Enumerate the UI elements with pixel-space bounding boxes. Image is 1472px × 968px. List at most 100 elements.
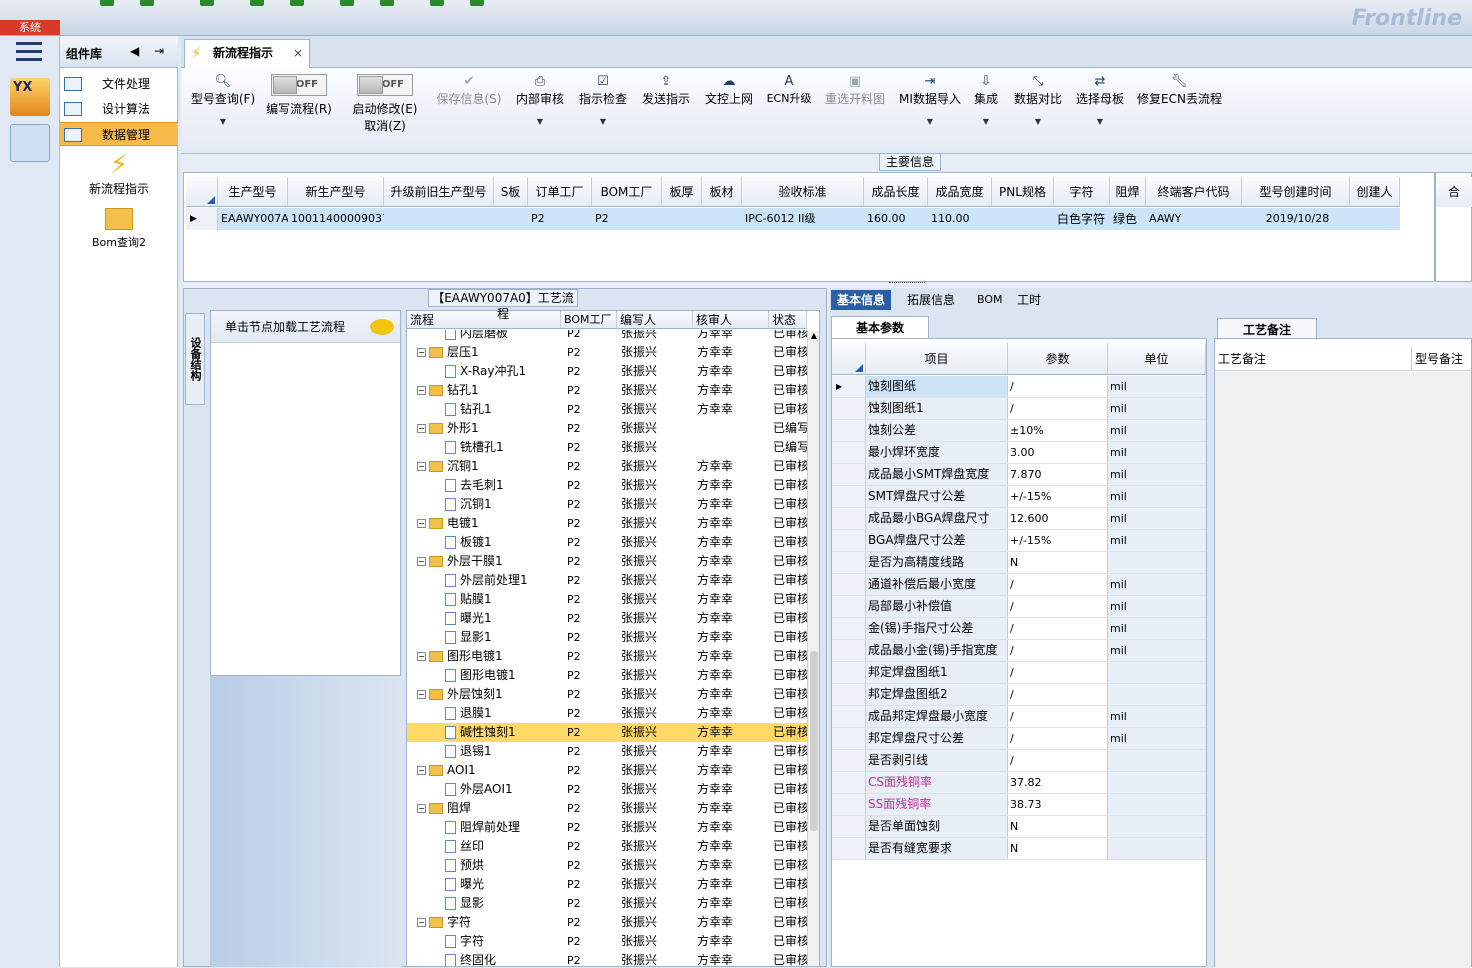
param-row[interactable]: CS面残铜率 37.82: [832, 772, 1206, 794]
tree-row[interactable]: − 钻孔1 P2 张振兴 方幸幸 已审核: [407, 381, 807, 400]
tree-row[interactable]: − 电镀1 P2 张振兴 方幸幸 已审核: [407, 514, 807, 533]
scroll-thumb[interactable]: [810, 651, 818, 831]
integrate-button[interactable]: ⇩ 集成 ▼: [971, 68, 1001, 154]
tree-row[interactable]: 钻孔1 P2 张振兴 方幸幸 已审核: [407, 400, 807, 419]
cell-value[interactable]: /: [1008, 398, 1108, 419]
column-header[interactable]: 合: [1436, 177, 1472, 207]
remarks-body[interactable]: [1215, 372, 1471, 968]
column-header[interactable]: 参数: [1008, 343, 1108, 375]
select-motherboard-button[interactable]: ⇄ 选择母板 ▼: [1073, 68, 1127, 154]
column-header[interactable]: 单位: [1108, 343, 1206, 375]
cell-value[interactable]: /: [1008, 618, 1108, 639]
tree-row[interactable]: 铣槽孔1 P2 张振兴 已编写: [407, 438, 807, 457]
tree-row[interactable]: 曝光 P2 张振兴 方幸幸 已审核: [407, 875, 807, 894]
start-modify-toggle[interactable]: OFF 启动修改(E) 取消(Z): [347, 68, 423, 154]
hamburger-icon[interactable]: [16, 42, 42, 62]
tab-basic-params[interactable]: 基本参数: [831, 316, 929, 338]
param-row[interactable]: 金(锡)手指尺寸公差 / mil: [832, 618, 1206, 640]
collapse-icon[interactable]: −: [417, 804, 426, 813]
internal-review-button[interactable]: ⎙ 内部审核 ▼: [513, 68, 567, 154]
system-tab[interactable]: 系统: [0, 20, 60, 35]
collapse-icon[interactable]: −: [417, 690, 426, 699]
column-header[interactable]: 成品长度: [864, 177, 928, 207]
tree-row[interactable]: 丝印 P2 张振兴 方幸幸 已审核: [407, 837, 807, 856]
cell-value[interactable]: /: [1008, 728, 1108, 749]
collapse-icon[interactable]: −: [417, 462, 426, 471]
column-header[interactable]: PNL规格: [992, 177, 1054, 207]
user-icon[interactable]: [430, 0, 444, 6]
collapse-icon[interactable]: −: [417, 918, 426, 927]
collapse-icon[interactable]: −: [417, 652, 426, 661]
tree-row[interactable]: − 外形1 P2 张振兴 已编写: [407, 419, 807, 438]
side-tab-equipment[interactable]: 设备结构: [185, 313, 205, 405]
column-header[interactable]: 字符: [1054, 177, 1110, 207]
cell-value[interactable]: +/-15%: [1008, 530, 1108, 551]
column-header[interactable]: 升级前旧生产型号: [384, 177, 494, 207]
tab-work-hours[interactable]: 工时: [1011, 290, 1047, 310]
column-header[interactable]: 创建人: [1350, 177, 1400, 207]
refresh-icon[interactable]: [140, 0, 154, 6]
param-row[interactable]: 邦定焊盘尺寸公差 / mil: [832, 728, 1206, 750]
column-header[interactable]: 型号创建时间: [1242, 177, 1350, 207]
collapse-icon[interactable]: −: [417, 386, 426, 395]
tree-row[interactable]: 终固化 P2 张振兴 方幸幸 已审核: [407, 951, 807, 966]
column-header[interactable]: S板: [494, 177, 528, 207]
data-compare-button[interactable]: ⤡ 数据对比 ▼: [1011, 68, 1065, 154]
cell-value[interactable]: 37.82: [1008, 772, 1108, 793]
param-row[interactable]: 蚀刻图纸1/mil: [832, 398, 1206, 420]
disk-icon[interactable]: [290, 0, 304, 6]
tree-row[interactable]: 沉铜1 P2 张振兴 方幸幸 已审核: [407, 495, 807, 514]
tree-row[interactable]: 去毛刺1 P2 张振兴 方幸幸 已审核: [407, 476, 807, 495]
repair-ecn-flow-button[interactable]: 🔧︎ 修复ECN丢流程: [1137, 68, 1222, 154]
tree-row[interactable]: 显影1 P2 张振兴 方幸幸 已审核: [407, 628, 807, 647]
search-icon[interactable]: [100, 0, 114, 6]
collapse-icon[interactable]: −: [417, 766, 426, 775]
menu-item-file-processing[interactable]: 文件处理: [60, 72, 178, 96]
cell-value[interactable]: /: [1008, 596, 1108, 617]
tree-row[interactable]: 字符 P2 张振兴 方幸幸 已审核: [407, 932, 807, 951]
param-row[interactable]: BGA焊盘尺寸公差 +/-15% mil: [832, 530, 1206, 552]
param-row[interactable]: 成品最小BGA焊盘尺寸 12.600 mil: [832, 508, 1206, 530]
tree-row[interactable]: 预烘 P2 张振兴 方幸幸 已审核: [407, 856, 807, 875]
cell-value[interactable]: 7.870: [1008, 464, 1108, 485]
tree-row[interactable]: 外层AOI1 P2 张振兴 方幸幸 已审核: [407, 780, 807, 799]
column-header[interactable]: 状态: [769, 311, 807, 329]
cell-value[interactable]: 12.600: [1008, 508, 1108, 529]
close-icon[interactable]: ×: [293, 40, 303, 66]
column-header[interactable]: 阻焊: [1110, 177, 1146, 207]
column-header[interactable]: 验收标准: [742, 177, 864, 207]
column-header[interactable]: 订单工厂: [528, 177, 592, 207]
column-header[interactable]: 板厚: [662, 177, 702, 207]
param-row[interactable]: 成品最小SMT焊盘宽度 7.870 mil: [832, 464, 1206, 486]
tree-row[interactable]: X-Ray冲孔1 P2 张振兴 方幸幸 已审核: [407, 362, 807, 381]
param-row[interactable]: SS面残铜率 38.73: [832, 794, 1206, 816]
chart-icon[interactable]: [470, 0, 484, 6]
tree-row[interactable]: − 阻焊 P2 张振兴 方幸幸 已审核: [407, 799, 807, 818]
column-header[interactable]: BOM工厂: [561, 311, 617, 329]
collapse-icon[interactable]: −: [417, 519, 426, 528]
instruction-check-button[interactable]: ☑ 指示检查 ▼: [575, 68, 631, 154]
column-header[interactable]: 流程: [407, 311, 561, 329]
comment-icon[interactable]: [370, 319, 394, 335]
column-header[interactable]: 成品宽度: [928, 177, 992, 207]
param-row[interactable]: 通道补偿后最小宽度 / mil: [832, 574, 1206, 596]
doc-control-online-button[interactable]: ☁ 文控上网: [701, 68, 757, 154]
tab-process-remarks[interactable]: 工艺备注: [1217, 318, 1317, 340]
cell-value[interactable]: /: [1008, 640, 1108, 661]
tree-row[interactable]: − AOI1 P2 张振兴 方幸幸 已审核: [407, 761, 807, 780]
column-header[interactable]: 板材: [702, 177, 742, 207]
cell-value[interactable]: /: [1008, 750, 1108, 771]
save-info-button[interactable]: ✔ 保存信息(S): [433, 68, 505, 154]
param-row[interactable]: 邦定焊盘图纸1/: [832, 662, 1206, 684]
tab-basic-info[interactable]: 基本信息: [831, 290, 892, 310]
column-header[interactable]: 核审人: [693, 311, 769, 329]
param-row[interactable]: 最小焊环宽度 3.00 mil: [832, 442, 1206, 464]
column-header[interactable]: 工艺备注: [1215, 347, 1411, 371]
mi-data-import-button[interactable]: ⇥ MI数据导入 ▼: [897, 68, 963, 154]
tree-row[interactable]: 图形电镀1 P2 张振兴 方幸幸 已审核: [407, 666, 807, 685]
tab-bom[interactable]: BOM: [971, 290, 1009, 310]
cell-value[interactable]: N: [1008, 838, 1108, 859]
tree-row[interactable]: − 图形电镀1 P2 张振兴 方幸幸 已审核: [407, 647, 807, 666]
vertical-scrollbar[interactable]: ▲: [807, 331, 819, 966]
menu-item-data-management[interactable]: 数据管理: [60, 122, 178, 146]
